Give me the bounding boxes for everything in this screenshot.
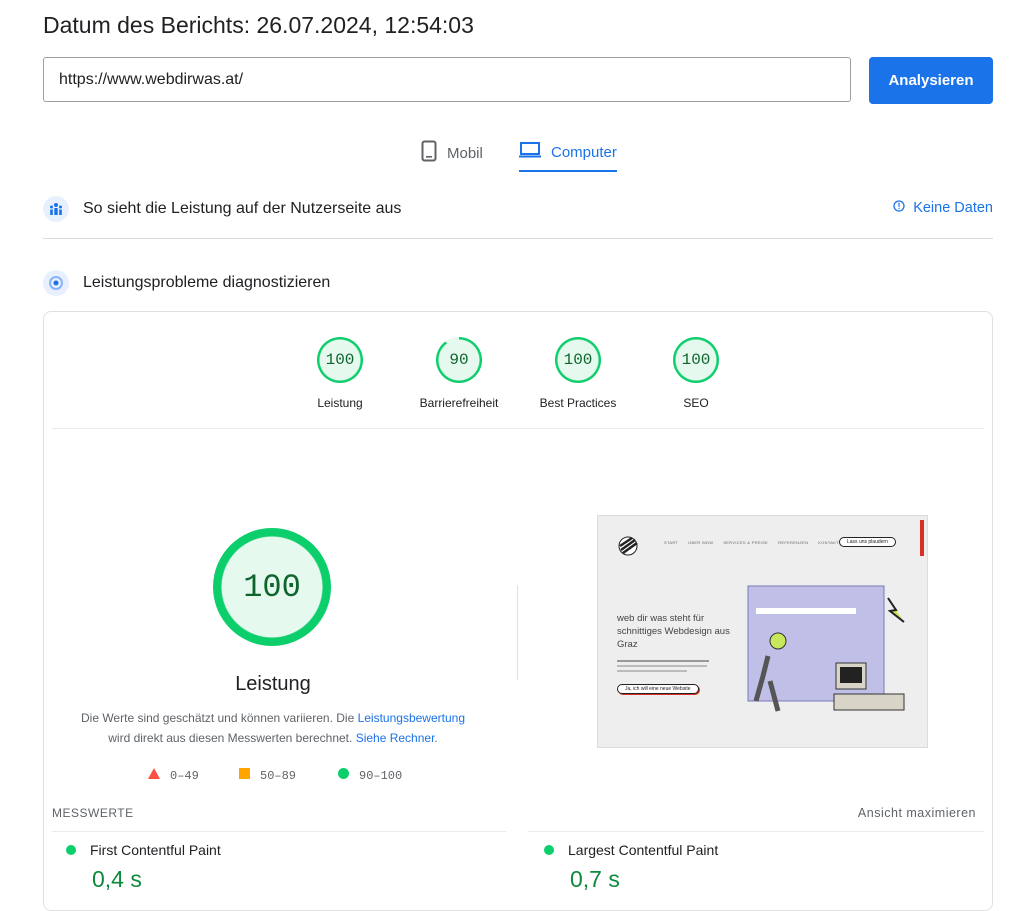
expand-view-toggle[interactable]: Ansicht maximieren [858,806,976,820]
info-icon [893,200,905,216]
legend-fail: 0–49 [148,768,199,783]
field-data-title: So sieht die Leistung auf der Nutzerseit… [83,200,402,217]
calculator-link[interactable]: Siehe Rechner [356,731,435,745]
pass-indicator-icon [66,845,76,855]
lab-data-header: Leistungsprobleme diagnostizieren [43,269,330,297]
legend-pass: 90–100 [338,768,402,783]
divider [528,831,984,832]
report-date-title: Datum des Berichts: 26.07.2024, 12:54:03 [43,12,474,38]
triangle-icon [148,768,160,783]
screenshot-cta: Lass uns plaudern [839,537,896,547]
score-gauge: 100 [555,337,601,383]
divider [52,831,506,832]
field-data-header: So sieht die Leistung auf der Nutzerseit… [43,195,401,223]
screenshot-nav: START ÜBER WDW SERVICES & PREISE REFERENZEN… [664,540,839,545]
score-gauge: 90 [436,337,482,383]
circle-icon [338,768,349,783]
metric-lcp-value: 0,7 s [570,866,620,892]
metrics-label: MESSWERTE [52,806,134,820]
divider [52,428,984,429]
category-label: SEO [683,396,709,410]
no-data-label: Keine Daten [913,200,993,216]
no-data-info[interactable]: Keine Daten [893,200,993,216]
page-screenshot: START ÜBER WDW SERVICES & PREISE REFERENZEN… [597,515,928,748]
category-accessibility[interactable]: 90 Barrierefreiheit [399,337,519,410]
performance-title: Leistung [235,673,311,695]
screenshot-button: Ja, ich will eine neue Website [617,684,699,694]
divider [43,238,993,239]
tab-desktop-label: Computer [551,143,617,161]
screenshot-headline: web dir was steht für schnittiges Webdes… [617,613,730,650]
phone-icon [421,140,437,166]
metric-lcp: Largest Contentful Paint [544,842,718,858]
category-performance[interactable]: 100 Leistung [280,337,400,410]
performance-score-gauge: 100 [213,528,331,646]
laptop-icon [519,141,541,163]
gauge-icon [43,270,69,296]
users-icon [43,196,69,222]
category-label: Best Practices [539,396,617,410]
analyze-button[interactable]: Analysieren [869,57,993,104]
tab-mobile-label: Mobil [447,144,483,162]
metric-fcp: First Contentful Paint [66,842,221,858]
pass-indicator-icon [544,845,554,855]
category-label: Barrierefreiheit [419,396,499,410]
screenshot-body-text [617,660,712,674]
score-gauge: 100 [317,337,363,383]
category-seo[interactable]: 100 SEO [636,337,756,410]
category-label: Leistung [317,396,363,410]
score-gauge: 100 [673,337,719,383]
score-link[interactable]: Leistungsbewertung [358,711,465,725]
url-input[interactable] [43,57,851,102]
category-best-practices[interactable]: 100 Best Practices [518,337,638,410]
square-icon [239,768,250,783]
divider [517,585,518,680]
legend-average: 50–89 [239,768,296,783]
performance-description: Die Werte sind geschätzt und können vari… [80,711,465,745]
tab-mobile[interactable]: Mobil [421,134,483,172]
metric-fcp-value: 0,4 s [92,866,142,892]
lab-data-title: Leistungsprobleme diagnostizieren [83,274,331,291]
tab-desktop[interactable]: Computer [519,134,617,172]
